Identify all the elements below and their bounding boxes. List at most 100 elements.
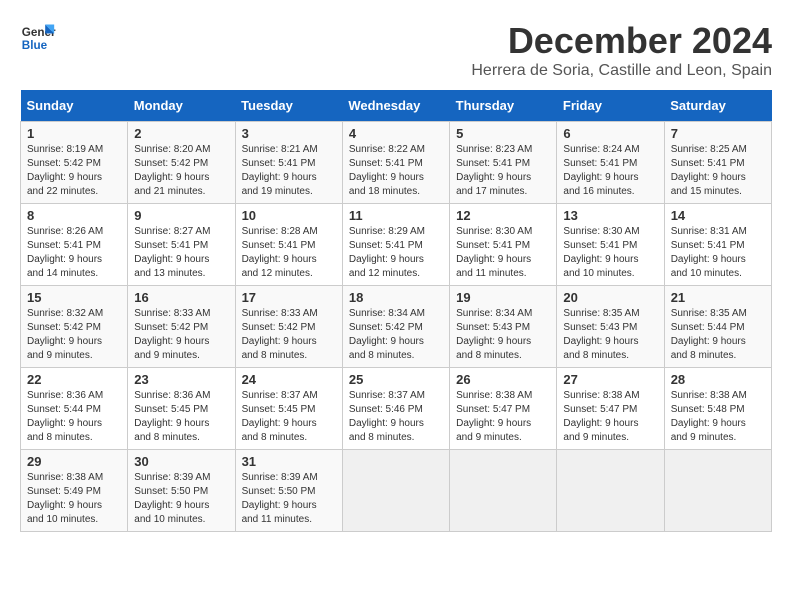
- day-number: 11: [349, 208, 443, 223]
- calendar-cell: 1 Sunrise: 8:19 AMSunset: 5:42 PMDaylight…: [21, 122, 128, 204]
- calendar-cell: [557, 450, 664, 532]
- calendar-table: SundayMondayTuesdayWednesdayThursdayFrid…: [20, 90, 772, 532]
- day-info: Sunrise: 8:25 AMSunset: 5:41 PMDaylight:…: [671, 143, 765, 199]
- calendar-cell: 8 Sunrise: 8:26 AMSunset: 5:41 PMDaylight…: [21, 204, 128, 286]
- day-number: 10: [242, 208, 336, 223]
- day-info: Sunrise: 8:30 AMSunset: 5:41 PMDaylight:…: [563, 225, 657, 281]
- calendar-cell: 4 Sunrise: 8:22 AMSunset: 5:41 PMDaylight…: [342, 122, 449, 204]
- day-info: Sunrise: 8:39 AMSunset: 5:50 PMDaylight:…: [242, 471, 336, 527]
- day-info: Sunrise: 8:35 AMSunset: 5:43 PMDaylight:…: [563, 307, 657, 363]
- day-number: 19: [456, 290, 550, 305]
- calendar-cell: 3 Sunrise: 8:21 AMSunset: 5:41 PMDaylight…: [235, 122, 342, 204]
- header-wednesday: Wednesday: [342, 90, 449, 122]
- calendar-cell: 9 Sunrise: 8:27 AMSunset: 5:41 PMDaylight…: [128, 204, 235, 286]
- day-info: Sunrise: 8:37 AMSunset: 5:46 PMDaylight:…: [349, 389, 443, 445]
- day-number: 24: [242, 372, 336, 387]
- day-info: Sunrise: 8:27 AMSunset: 5:41 PMDaylight:…: [134, 225, 228, 281]
- day-info: Sunrise: 8:30 AMSunset: 5:41 PMDaylight:…: [456, 225, 550, 281]
- calendar-week-row: 1 Sunrise: 8:19 AMSunset: 5:42 PMDaylight…: [21, 122, 772, 204]
- day-number: 20: [563, 290, 657, 305]
- calendar-cell: 7 Sunrise: 8:25 AMSunset: 5:41 PMDaylight…: [664, 122, 771, 204]
- day-number: 5: [456, 126, 550, 141]
- day-number: 9: [134, 208, 228, 223]
- day-info: Sunrise: 8:31 AMSunset: 5:41 PMDaylight:…: [671, 225, 765, 281]
- day-info: Sunrise: 8:38 AMSunset: 5:47 PMDaylight:…: [456, 389, 550, 445]
- header: General Blue December 2024 Herrera de So…: [20, 20, 772, 80]
- svg-text:Blue: Blue: [22, 39, 48, 52]
- header-saturday: Saturday: [664, 90, 771, 122]
- day-info: Sunrise: 8:26 AMSunset: 5:41 PMDaylight:…: [27, 225, 121, 281]
- day-number: 6: [563, 126, 657, 141]
- day-number: 31: [242, 454, 336, 469]
- day-info: Sunrise: 8:24 AMSunset: 5:41 PMDaylight:…: [563, 143, 657, 199]
- calendar-cell: 6 Sunrise: 8:24 AMSunset: 5:41 PMDaylight…: [557, 122, 664, 204]
- header-thursday: Thursday: [450, 90, 557, 122]
- day-info: Sunrise: 8:28 AMSunset: 5:41 PMDaylight:…: [242, 225, 336, 281]
- calendar-cell: 17Sunrise: 8:33 AMSunset: 5:42 PMDayligh…: [235, 286, 342, 368]
- calendar-cell: 23 Sunrise: 8:36 AMSunset: 5:45 PMDayligh…: [128, 368, 235, 450]
- day-number: 15: [27, 290, 121, 305]
- calendar-week-row: 22 Sunrise: 8:36 AMSunset: 5:44 PMDayligh…: [21, 368, 772, 450]
- calendar-cell: 2 Sunrise: 8:20 AMSunset: 5:42 PMDaylight…: [128, 122, 235, 204]
- day-number: 8: [27, 208, 121, 223]
- day-number: 28: [671, 372, 765, 387]
- day-number: 30: [134, 454, 228, 469]
- day-number: 2: [134, 126, 228, 141]
- day-info: Sunrise: 8:22 AMSunset: 5:41 PMDaylight:…: [349, 143, 443, 199]
- logo-icon: General Blue: [20, 20, 56, 56]
- day-number: 1: [27, 126, 121, 141]
- day-number: 7: [671, 126, 765, 141]
- day-info: Sunrise: 8:36 AMSunset: 5:45 PMDaylight:…: [134, 389, 228, 445]
- day-number: 14: [671, 208, 765, 223]
- calendar-cell: 19 Sunrise: 8:34 AMSunset: 5:43 PMDayligh…: [450, 286, 557, 368]
- calendar-cell: 13 Sunrise: 8:30 AMSunset: 5:41 PMDayligh…: [557, 204, 664, 286]
- title-area: December 2024 Herrera de Soria, Castille…: [471, 20, 772, 80]
- calendar-week-row: 15 Sunrise: 8:32 AMSunset: 5:42 PMDayligh…: [21, 286, 772, 368]
- day-number: 17: [242, 290, 336, 305]
- subtitle: Herrera de Soria, Castille and Leon, Spa…: [471, 62, 772, 80]
- calendar-cell: 22 Sunrise: 8:36 AMSunset: 5:44 PMDayligh…: [21, 368, 128, 450]
- day-number: 16: [134, 290, 228, 305]
- day-info: Sunrise: 8:36 AMSunset: 5:44 PMDaylight:…: [27, 389, 121, 445]
- logo: General Blue: [20, 20, 56, 56]
- day-number: 22: [27, 372, 121, 387]
- header-monday: Monday: [128, 90, 235, 122]
- calendar-cell: 10 Sunrise: 8:28 AMSunset: 5:41 PMDayligh…: [235, 204, 342, 286]
- day-info: Sunrise: 8:38 AMSunset: 5:48 PMDaylight:…: [671, 389, 765, 445]
- calendar-cell: 27Sunrise: 8:38 AMSunset: 5:47 PMDayligh…: [557, 368, 664, 450]
- calendar-week-row: 29Sunrise: 8:38 AMSunset: 5:49 PMDayligh…: [21, 450, 772, 532]
- day-info: Sunrise: 8:32 AMSunset: 5:42 PMDaylight:…: [27, 307, 121, 363]
- day-number: 21: [671, 290, 765, 305]
- day-number: 3: [242, 126, 336, 141]
- month-title: December 2024: [471, 20, 772, 62]
- calendar-cell: 31 Sunrise: 8:39 AMSunset: 5:50 PMDayligh…: [235, 450, 342, 532]
- day-info: Sunrise: 8:21 AMSunset: 5:41 PMDaylight:…: [242, 143, 336, 199]
- day-info: Sunrise: 8:33 AMSunset: 5:42 PMDaylight:…: [134, 307, 228, 363]
- calendar-cell: 24 Sunrise: 8:37 AMSunset: 5:45 PMDayligh…: [235, 368, 342, 450]
- calendar-cell: 14 Sunrise: 8:31 AMSunset: 5:41 PMDayligh…: [664, 204, 771, 286]
- day-info: Sunrise: 8:38 AMSunset: 5:47 PMDaylight:…: [563, 389, 657, 445]
- header-sunday: Sunday: [21, 90, 128, 122]
- day-number: 26: [456, 372, 550, 387]
- day-info: Sunrise: 8:35 AMSunset: 5:44 PMDaylight:…: [671, 307, 765, 363]
- day-number: 13: [563, 208, 657, 223]
- day-info: Sunrise: 8:19 AMSunset: 5:42 PMDaylight:…: [27, 143, 121, 199]
- calendar-header-row: SundayMondayTuesdayWednesdayThursdayFrid…: [21, 90, 772, 122]
- calendar-cell: [450, 450, 557, 532]
- day-number: 23: [134, 372, 228, 387]
- calendar-cell: 28 Sunrise: 8:38 AMSunset: 5:48 PMDayligh…: [664, 368, 771, 450]
- day-number: 12: [456, 208, 550, 223]
- day-info: Sunrise: 8:38 AMSunset: 5:49 PMDaylight:…: [27, 471, 121, 527]
- day-info: Sunrise: 8:20 AMSunset: 5:42 PMDaylight:…: [134, 143, 228, 199]
- day-info: Sunrise: 8:37 AMSunset: 5:45 PMDaylight:…: [242, 389, 336, 445]
- calendar-cell: [342, 450, 449, 532]
- calendar-cell: 29Sunrise: 8:38 AMSunset: 5:49 PMDayligh…: [21, 450, 128, 532]
- day-info: Sunrise: 8:34 AMSunset: 5:43 PMDaylight:…: [456, 307, 550, 363]
- calendar-cell: 30Sunrise: 8:39 AMSunset: 5:50 PMDayligh…: [128, 450, 235, 532]
- calendar-cell: 11Sunrise: 8:29 AMSunset: 5:41 PMDayligh…: [342, 204, 449, 286]
- day-number: 4: [349, 126, 443, 141]
- calendar-cell: 15 Sunrise: 8:32 AMSunset: 5:42 PMDayligh…: [21, 286, 128, 368]
- calendar-cell: 16 Sunrise: 8:33 AMSunset: 5:42 PMDayligh…: [128, 286, 235, 368]
- day-info: Sunrise: 8:34 AMSunset: 5:42 PMDaylight:…: [349, 307, 443, 363]
- calendar-cell: 18Sunrise: 8:34 AMSunset: 5:42 PMDayligh…: [342, 286, 449, 368]
